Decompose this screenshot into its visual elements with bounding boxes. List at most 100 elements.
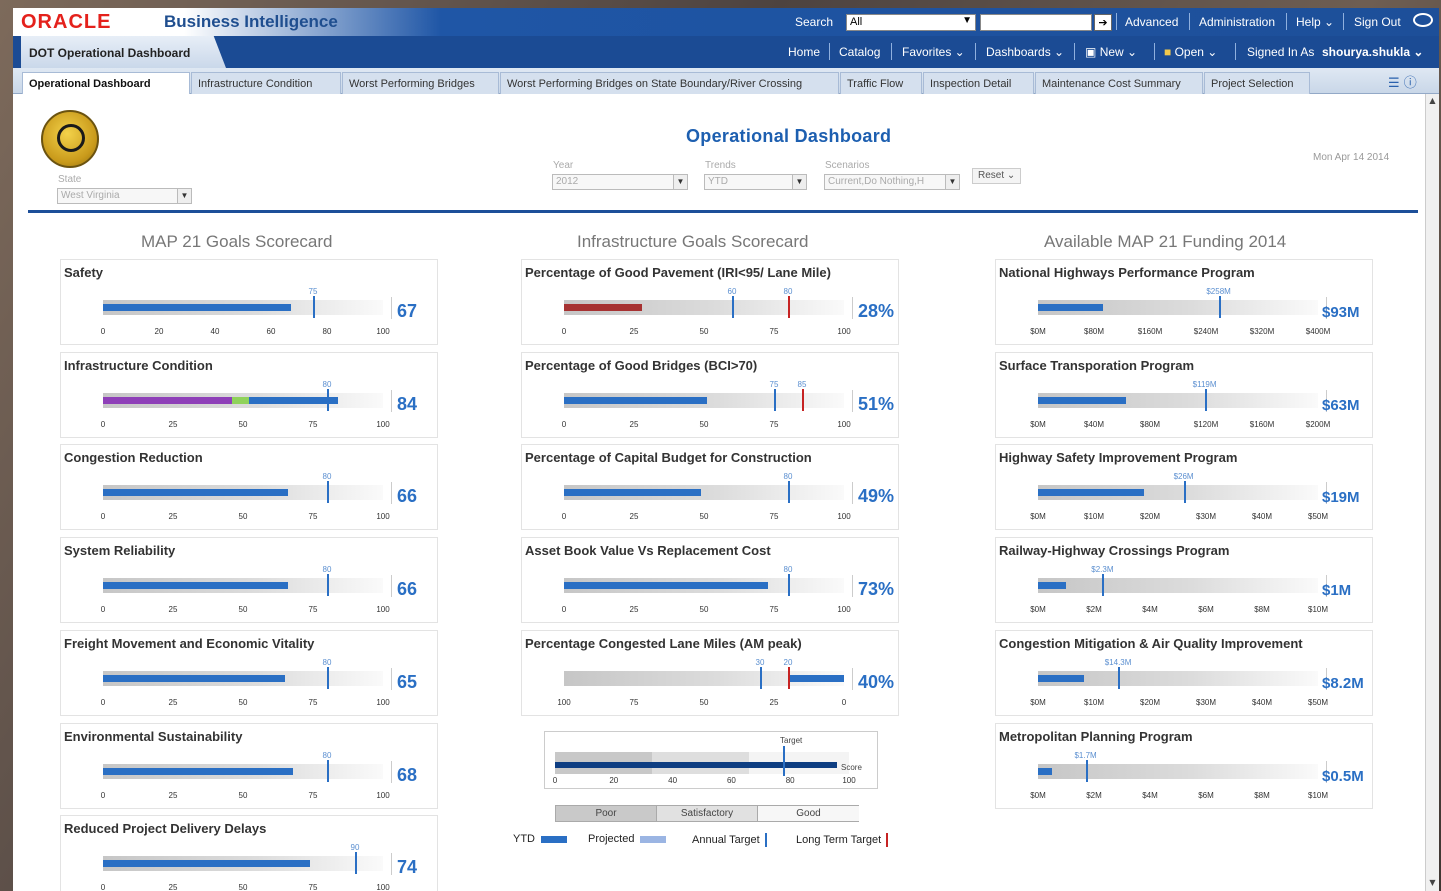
tab-worst-performing-bridges[interactable]: Worst Performing Bridges bbox=[342, 72, 499, 94]
chevron-down-icon: ▼ bbox=[945, 175, 959, 189]
annual-target-line bbox=[327, 666, 329, 689]
value-divider bbox=[391, 389, 392, 412]
scenarios-filter-select[interactable]: Current,Do Nothing,H ▼ bbox=[824, 174, 960, 190]
card-title: Surface Transporation Program bbox=[999, 357, 1195, 373]
axis-tick-label: 25 bbox=[629, 605, 639, 615]
axis-tick-label: 50 bbox=[699, 697, 709, 707]
legend-ytd-label: YTD bbox=[513, 833, 535, 845]
axis-tick-label: 100 bbox=[557, 697, 571, 707]
tab-project-selection[interactable]: Project Selection bbox=[1204, 72, 1310, 94]
ytd-bar-segment bbox=[232, 396, 249, 404]
search-go-icon[interactable]: ➔ bbox=[1094, 14, 1112, 31]
annual-target-line bbox=[1102, 574, 1105, 597]
axis-tick-label: 75 bbox=[308, 883, 318, 891]
tab-traffic-flow[interactable]: Traffic Flow bbox=[840, 72, 922, 94]
dashboards-menu[interactable]: Dashboards ⌄ bbox=[986, 45, 1064, 59]
divider bbox=[829, 43, 830, 60]
axis-tick-label: $0M bbox=[1030, 419, 1046, 429]
target-label: 80 bbox=[322, 379, 332, 389]
scroll-up-icon[interactable]: ▲ bbox=[1426, 96, 1439, 105]
divider bbox=[1154, 43, 1155, 60]
value-divider bbox=[852, 667, 853, 690]
axis-tick-label: 0 bbox=[561, 327, 567, 336]
score-value: $19M bbox=[1322, 489, 1360, 507]
open-menu[interactable]: ■ Open ⌄ bbox=[1164, 45, 1217, 59]
card-title: Freight Movement and Economic Vitality bbox=[64, 635, 315, 651]
scroll-down-icon[interactable]: ▼ bbox=[1426, 878, 1439, 887]
target-label: 80 bbox=[322, 750, 332, 760]
tab-operational-dashboard[interactable]: Operational Dashboard bbox=[22, 72, 190, 95]
year-filter-select[interactable]: 2012 ▼ bbox=[552, 174, 688, 190]
tab-inspection-detail[interactable]: Inspection Detail bbox=[923, 72, 1034, 94]
chevron-down-icon: ▼ bbox=[792, 175, 806, 189]
catalog-link[interactable]: Catalog bbox=[839, 45, 880, 59]
axis-tick-label: $200M bbox=[1305, 419, 1331, 429]
value-divider bbox=[391, 575, 392, 598]
help-menu[interactable]: Help ⌄ bbox=[1296, 15, 1334, 29]
ytd-bar bbox=[1038, 489, 1145, 497]
user-menu[interactable]: shourya.shukla ⌄ bbox=[1322, 45, 1423, 59]
gauge-track bbox=[1038, 481, 1318, 504]
advanced-link[interactable]: Advanced bbox=[1125, 15, 1178, 29]
state-filter-select[interactable]: West Virginia ▼ bbox=[57, 188, 192, 204]
trends-filter-select[interactable]: YTD ▼ bbox=[704, 174, 807, 190]
page-options-icon[interactable]: ☰ ⓘ bbox=[1388, 72, 1417, 91]
score-value: 65 bbox=[397, 671, 418, 692]
tab-worst-performing-bridges-boundary[interactable]: Worst Performing Bridges on State Bounda… bbox=[500, 72, 839, 94]
performance-bands: Poor Satisfactory Good bbox=[555, 805, 859, 822]
administration-link[interactable]: Administration bbox=[1199, 15, 1275, 29]
legend-long-term-target-label: Long Term Target bbox=[796, 833, 882, 846]
dot-logo bbox=[41, 110, 99, 168]
axis-tick-label: $30M bbox=[1195, 512, 1217, 522]
ytd-bar bbox=[564, 582, 769, 590]
axis-tick-label: $10M bbox=[1083, 512, 1105, 522]
card-title: Reduced Project Delivery Delays bbox=[64, 821, 267, 837]
score-value: 84 bbox=[397, 393, 418, 414]
long-term-target-line bbox=[802, 388, 804, 411]
home-link[interactable]: Home bbox=[788, 45, 820, 59]
axis-tick-label: 100 bbox=[376, 883, 390, 891]
gauge-track bbox=[564, 388, 844, 411]
card-title: Congestion Reduction bbox=[64, 450, 203, 466]
trends-filter-label: Trends bbox=[705, 160, 736, 171]
tab-maintenance-cost-summary[interactable]: Maintenance Cost Summary bbox=[1035, 72, 1203, 94]
new-menu[interactable]: ▣ New ⌄ bbox=[1085, 45, 1137, 59]
axis-tick-label: 75 bbox=[769, 605, 779, 615]
infra-card: Asset Book Value Vs Replacement Cost 80 0 2… bbox=[521, 537, 899, 624]
search-label: Search bbox=[795, 15, 834, 29]
favorites-menu[interactable]: Favorites ⌄ bbox=[902, 45, 965, 59]
gauge-track bbox=[103, 296, 383, 318]
card-title: National Highways Performance Program bbox=[999, 265, 1255, 280]
axis-tick-label: 40 bbox=[210, 327, 220, 336]
legend-gauge-bar bbox=[555, 762, 837, 768]
legend-ytd: YTD bbox=[513, 833, 567, 845]
target-label: 20 bbox=[783, 657, 793, 667]
score-value: 68 bbox=[397, 764, 418, 785]
gauge-track bbox=[564, 574, 844, 597]
axis-tick-label: 75 bbox=[769, 512, 779, 522]
chevron-down-icon: ▼ bbox=[673, 175, 687, 189]
ytd-bar bbox=[788, 674, 844, 682]
search-input[interactable] bbox=[980, 14, 1092, 31]
axis-tick-label: 50 bbox=[699, 327, 709, 336]
chat-bubble-icon[interactable] bbox=[1413, 13, 1433, 27]
axis-tick-label: 25 bbox=[168, 790, 178, 800]
legend-axis-tick: 20 bbox=[609, 776, 619, 785]
dashboard-title: DOT Operational Dashboard bbox=[29, 46, 191, 60]
score-value: $1M bbox=[1322, 582, 1352, 600]
search-scope-select[interactable]: All ▼ bbox=[846, 14, 976, 31]
ytd-bar bbox=[103, 860, 311, 868]
legend-annual-target: Annual Target bbox=[692, 833, 767, 847]
reset-button[interactable]: Reset ⌄ bbox=[972, 168, 1022, 184]
map21-card: Safety 75 0 20 40 60 80 100 67 bbox=[60, 259, 438, 345]
annual-target-line bbox=[1218, 296, 1221, 318]
target-label: 80 bbox=[322, 565, 332, 575]
gauge-track bbox=[564, 481, 844, 504]
target-label: 80 bbox=[783, 287, 793, 296]
sign-out-link[interactable]: Sign Out bbox=[1354, 15, 1401, 29]
axis-tick-label: $0M bbox=[1030, 697, 1046, 707]
vertical-scrollbar[interactable]: ▲ ▼ bbox=[1425, 94, 1439, 891]
tab-infrastructure-condition[interactable]: Infrastructure Condition bbox=[191, 72, 341, 94]
axis-tick-label: $80M bbox=[1083, 327, 1105, 336]
axis-tick-label: 0 bbox=[100, 790, 106, 800]
